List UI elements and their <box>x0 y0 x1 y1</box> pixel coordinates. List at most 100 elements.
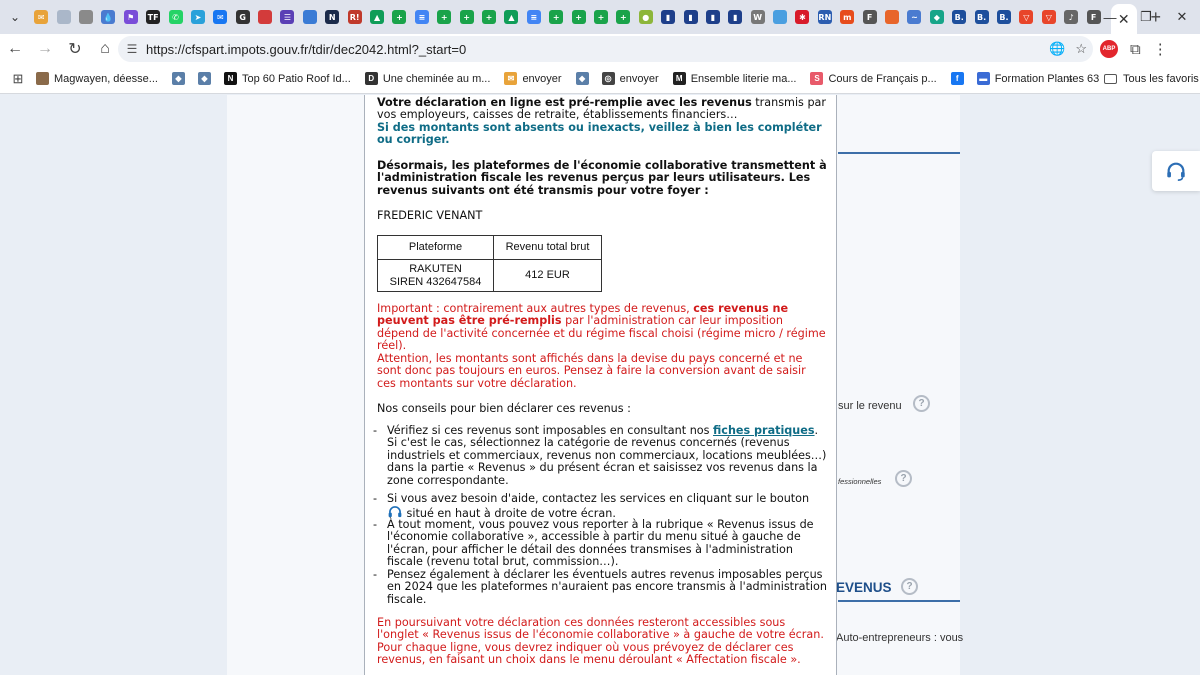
pinned-tab[interactable]: RN <box>814 0 836 34</box>
pinned-tab[interactable] <box>769 0 791 34</box>
tab-favicon-icon <box>773 10 788 24</box>
apps-grid-icon[interactable]: ⊞ <box>0 71 36 87</box>
pinned-tab[interactable]: ● <box>635 0 657 34</box>
back-arrow-icon[interactable]: ← <box>0 34 30 64</box>
bookmark-item[interactable]: f <box>950 64 969 94</box>
pinned-tab[interactable]: ▲ <box>500 0 522 34</box>
pinned-tab[interactable]: ≡ <box>411 0 433 34</box>
bookmark-label: Ensemble literie ma... <box>690 72 797 85</box>
pinned-tab[interactable]: ▮ <box>679 0 701 34</box>
pinned-tab[interactable]: ✱ <box>791 0 813 34</box>
tab-search-chevron-icon[interactable]: ⌄ <box>0 0 30 34</box>
fiches-pratiques-link[interactable]: fiches pratiques <box>713 424 815 437</box>
menu-kebab-icon[interactable]: ⋮ <box>1153 40 1168 58</box>
pinned-tab[interactable]: + <box>590 0 612 34</box>
tab-favicon-icon <box>302 10 317 24</box>
bookmark-label: Top 60 Patio Roof Id... <box>241 72 351 85</box>
pinned-tab[interactable]: TF <box>142 0 164 34</box>
advice-text: Si vous avez besoin d'aide, contactez le… <box>387 492 828 521</box>
pinned-tab[interactable]: F <box>858 0 880 34</box>
pinned-tab[interactable]: + <box>545 0 567 34</box>
pinned-tab[interactable]: ▲ <box>366 0 388 34</box>
pinned-tab[interactable]: ☰ <box>276 0 298 34</box>
adblock-extension-icon[interactable]: ABP <box>1100 40 1118 58</box>
bookmark-item[interactable]: M Ensemble literie ma... <box>672 64 797 94</box>
pinned-tab[interactable]: ▮ <box>724 0 746 34</box>
tab-favicon-icon: ◆ <box>929 10 944 24</box>
bookmark-label: Formation Plantes 63 <box>994 72 1100 85</box>
pinned-tab[interactable]: ✆ <box>164 0 186 34</box>
pinned-tab[interactable]: ◆ <box>926 0 948 34</box>
bookmark-item[interactable]: ◆ <box>197 64 216 94</box>
pinned-tab[interactable]: ⚑ <box>120 0 142 34</box>
translate-icon[interactable]: 🌐 <box>1049 41 1065 57</box>
pinned-tab[interactable] <box>52 0 74 34</box>
all-bookmarks-button[interactable]: Tous les favoris <box>1104 64 1199 94</box>
pinned-tab[interactable]: ✉ <box>209 0 231 34</box>
pinned-tab[interactable] <box>254 0 276 34</box>
forward-arrow-icon[interactable]: → <box>30 34 60 64</box>
pinned-tabs: ✉ 💧 ⚑ TF ✆ ➤ ✉ G ☰ N R! ▲ + ≡ + + + ▲ ≡ + + + + ● ▮ ▮ ▮ ▮ W ✱ RN m F ~ ◆ B.… <box>30 0 1105 34</box>
reload-icon[interactable]: ↻ <box>60 34 90 64</box>
bookmark-item[interactable]: N Top 60 Patio Roof Id... <box>223 64 351 94</box>
bookmark-item[interactable]: D Une cheminée au m... <box>364 64 490 94</box>
pinned-tab[interactable]: B. <box>993 0 1015 34</box>
pinned-tab[interactable]: ▮ <box>702 0 724 34</box>
bookmark-item[interactable]: ◎ envoyer <box>601 64 659 94</box>
bookmark-item[interactable]: S Cours de Français p... <box>810 64 937 94</box>
advice-item: - Pensez également à déclarer les éventu… <box>373 568 828 606</box>
pinned-tab[interactable]: + <box>388 0 410 34</box>
advice-text: Pensez également à déclarer les éventuel… <box>387 568 827 606</box>
bookmark-item[interactable]: ◆ <box>575 64 594 94</box>
pinned-tab[interactable]: + <box>612 0 634 34</box>
bookmark-item[interactable]: ✉ envoyer <box>504 64 562 94</box>
pinned-tab[interactable]: W <box>747 0 769 34</box>
pinned-tab[interactable]: 💧 <box>97 0 119 34</box>
tab-favicon-icon: ▲ <box>504 10 519 24</box>
pinned-tab[interactable]: ▽ <box>1038 0 1060 34</box>
tab-favicon-icon <box>56 10 71 24</box>
pinned-tab[interactable] <box>299 0 321 34</box>
pinned-tab[interactable]: ▽ <box>1015 0 1037 34</box>
home-icon[interactable]: ⌂ <box>90 34 120 64</box>
address-bar[interactable]: ☰ https://cfspart.impots.gouv.fr/tdir/de… <box>118 36 1093 62</box>
pinned-tab[interactable] <box>75 0 97 34</box>
pinned-tab[interactable]: G <box>232 0 254 34</box>
pinned-tab[interactable]: B. <box>948 0 970 34</box>
pinned-tab[interactable]: ♪ <box>1060 0 1082 34</box>
restore-icon[interactable]: ❐ <box>1128 0 1164 34</box>
bookmark-item[interactable]: ▬ Formation Plantes 63 <box>976 64 1100 94</box>
help-icon[interactable]: ? <box>901 578 918 595</box>
pinned-tab[interactable]: + <box>433 0 455 34</box>
bullet-dash: - <box>373 568 378 581</box>
pinned-tab[interactable] <box>881 0 903 34</box>
bookmark-item[interactable]: ◆ <box>171 64 190 94</box>
background-row-label: Auto-entrepreneurs : vous <box>836 632 964 644</box>
assistance-button[interactable] <box>1152 151 1200 191</box>
help-icon[interactable]: ? <box>895 470 912 487</box>
site-info-icon[interactable]: ☰ <box>118 42 146 56</box>
pinned-tab[interactable]: B. <box>970 0 992 34</box>
help-icon[interactable]: ? <box>913 395 930 412</box>
extensions-puzzle-icon[interactable]: ⧉ <box>1130 41 1141 58</box>
tab-favicon-icon <box>78 10 93 24</box>
pinned-tab[interactable]: R! <box>343 0 365 34</box>
tab-favicon-icon <box>258 10 273 24</box>
minimize-icon[interactable]: — <box>1092 0 1128 34</box>
bookmark-star-icon[interactable]: ☆ <box>1075 41 1087 57</box>
pinned-tab[interactable]: ➤ <box>187 0 209 34</box>
url-text[interactable]: https://cfspart.impots.gouv.fr/tdir/dec2… <box>146 42 466 57</box>
pinned-tab[interactable]: m <box>836 0 858 34</box>
pinned-tab[interactable]: ≡ <box>523 0 545 34</box>
pinned-tab[interactable]: ✉ <box>30 0 52 34</box>
pinned-tab[interactable]: + <box>478 0 500 34</box>
close-window-icon[interactable]: ✕ <box>1164 0 1200 34</box>
bookmark-favicon-icon: S <box>810 72 824 85</box>
pinned-tab[interactable]: + <box>455 0 477 34</box>
pinned-tab[interactable]: N <box>321 0 343 34</box>
pinned-tab[interactable]: ▮ <box>657 0 679 34</box>
bookmark-item[interactable]: Magwayen, déesse... <box>36 64 158 94</box>
pinned-tab[interactable]: + <box>567 0 589 34</box>
bookmarks-overflow-button[interactable]: » <box>1066 64 1073 94</box>
pinned-tab[interactable]: ~ <box>903 0 925 34</box>
